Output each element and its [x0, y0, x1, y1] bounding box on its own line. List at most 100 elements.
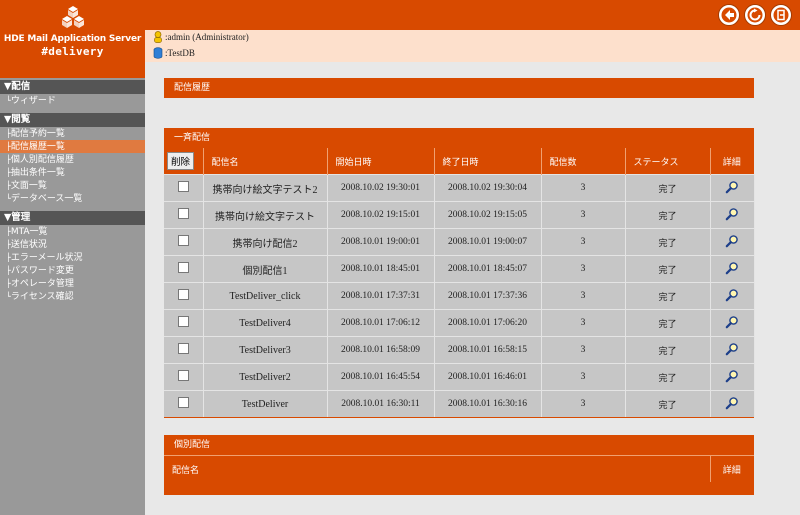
table-row: 携帯向け絵文字テスト 2008.10.02 19:15:01 2008.10.02 …: [164, 201, 755, 229]
user-bar: :admin (Administrator) :TestDB: [145, 30, 800, 63]
sidebar-section-admin[interactable]: ▼管理: [0, 211, 145, 225]
sidebar-item-license[interactable]: └ライセンス確認: [0, 290, 145, 303]
sidebar-item-schedule-list[interactable]: ├配信予約一覧: [0, 127, 145, 140]
delivery-name: 携帯向け絵文字テスト2: [203, 174, 328, 202]
sidebar: ▼配信 └ウィザード ▼閲覧 ├配信予約一覧 ├配信履歴一覧 ├個人別配信履歴 …: [0, 78, 145, 515]
column-header-count[interactable]: 配信数: [541, 148, 626, 175]
table-row: TestDeliver3 2008.10.01 16:58:09 2008.10.0…: [164, 336, 755, 364]
sidebar-item-error-mail-status[interactable]: ├エラーメール状況: [0, 251, 145, 264]
bulk-delivery-rows: 携帯向け絵文字テスト2 2008.10.02 19:30:01 2008.10.02…: [164, 174, 755, 417]
delivery-status: 完了: [625, 390, 711, 417]
product-subtitle: #delivery: [41, 45, 104, 58]
start-datetime: 2008.10.01 16:30:11: [327, 390, 435, 417]
delivery-name: TestDeliver: [203, 390, 328, 417]
delivery-count: 3: [541, 363, 626, 391]
delivery-count: 3: [541, 255, 626, 283]
delivery-count: 3: [541, 309, 626, 337]
sidebar-item-send-status[interactable]: ├送信状況: [0, 238, 145, 251]
magnifier-icon[interactable]: [725, 234, 739, 248]
delivery-name: TestDeliver_click: [203, 282, 328, 310]
magnifier-icon[interactable]: [725, 396, 739, 410]
sidebar-item-filter-list[interactable]: ├抽出条件一覧: [0, 166, 145, 179]
row-checkbox[interactable]: [177, 343, 189, 354]
column-header-end[interactable]: 終了日時: [434, 148, 542, 175]
magnifier-icon[interactable]: [725, 342, 739, 356]
delivery-name: TestDeliver2: [203, 363, 328, 391]
start-datetime: 2008.10.02 19:30:01: [327, 174, 435, 202]
magnifier-icon[interactable]: [725, 261, 739, 275]
magnifier-icon[interactable]: [725, 180, 739, 194]
start-datetime: 2008.10.01 19:00:01: [327, 228, 435, 256]
delivery-count: 3: [541, 390, 626, 417]
column-header-start[interactable]: 開始日時: [327, 148, 435, 175]
row-checkbox[interactable]: [177, 208, 189, 219]
table-header: 削除 配信名 開始日時 終了日時 配信数 ステータス 詳細: [164, 148, 754, 175]
magnifier-icon[interactable]: [725, 315, 739, 329]
sidebar-item-history-list[interactable]: ├配信履歴一覧: [0, 140, 145, 153]
sidebar-item-password-change[interactable]: ├パスワード変更: [0, 264, 145, 277]
end-datetime: 2008.10.01 16:58:15: [434, 336, 542, 364]
start-datetime: 2008.10.02 19:15:01: [327, 201, 435, 229]
cube-logo-icon: [62, 6, 84, 28]
start-datetime: 2008.10.01 18:45:01: [327, 255, 435, 283]
table-row: 携帯向け配信2 2008.10.01 19:00:01 2008.10.01 19:…: [164, 228, 755, 256]
individual-delivery-title: 個別配信: [164, 435, 754, 455]
sidebar-item-wizard[interactable]: └ウィザード: [0, 94, 145, 107]
db-info: :TestDB: [153, 46, 195, 60]
refresh-icon[interactable]: [744, 4, 766, 26]
end-datetime: 2008.10.02 19:15:05: [434, 201, 542, 229]
row-checkbox[interactable]: [177, 235, 189, 246]
bulk-delivery-table-panel: 削除 配信名 開始日時 終了日時 配信数 ステータス 詳細 携帯向け絵文字テスト…: [164, 148, 755, 418]
delivery-name: 個別配信1: [203, 255, 328, 283]
delete-button[interactable]: 削除: [167, 152, 195, 170]
row-checkbox[interactable]: [177, 289, 189, 300]
delivery-count: 3: [541, 282, 626, 310]
start-datetime: 2008.10.01 16:58:09: [327, 336, 435, 364]
delivery-status: 完了: [625, 228, 711, 256]
end-datetime: 2008.10.02 19:30:04: [434, 174, 542, 202]
row-checkbox[interactable]: [177, 262, 189, 273]
delivery-name: 携帯向け絵文字テスト: [203, 201, 328, 229]
delivery-count: 3: [541, 228, 626, 256]
delivery-count: 3: [541, 174, 626, 202]
table-row: TestDeliver_click 2008.10.01 17:37:31 2008…: [164, 282, 755, 310]
delivery-status: 完了: [625, 336, 711, 364]
start-datetime: 2008.10.01 16:45:54: [327, 363, 435, 391]
sidebar-item-database-list[interactable]: └データベース一覧: [0, 192, 145, 205]
column-header-name[interactable]: 配信名: [164, 455, 711, 482]
logout-icon[interactable]: [770, 4, 792, 26]
magnifier-icon[interactable]: [725, 207, 739, 221]
database-icon: [153, 47, 163, 59]
table-row: TestDeliver2 2008.10.01 16:45:54 2008.10.0…: [164, 363, 755, 391]
back-icon[interactable]: [718, 4, 740, 26]
user-info: :admin (Administrator): [153, 30, 249, 44]
top-toolbar: [718, 4, 792, 26]
sidebar-item-mta-list[interactable]: ├MTA一覧: [0, 225, 145, 238]
magnifier-icon[interactable]: [725, 288, 739, 302]
delivery-name: TestDeliver4: [203, 309, 328, 337]
delivery-count: 3: [541, 336, 626, 364]
app-logo: HDE Mail Application Server #delivery: [0, 0, 145, 78]
end-datetime: 2008.10.01 17:06:20: [434, 309, 542, 337]
column-header-name[interactable]: 配信名: [203, 148, 328, 175]
sidebar-item-template-list[interactable]: ├文面一覧: [0, 179, 145, 192]
end-datetime: 2008.10.01 18:45:07: [434, 255, 542, 283]
magnifier-icon[interactable]: [725, 369, 739, 383]
delivery-status: 完了: [625, 363, 711, 391]
sidebar-item-personal-history[interactable]: ├個人別配信履歴: [0, 153, 145, 166]
start-datetime: 2008.10.01 17:37:31: [327, 282, 435, 310]
row-checkbox[interactable]: [177, 370, 189, 381]
sidebar-section-browse[interactable]: ▼閲覧: [0, 113, 145, 127]
delivery-status: 完了: [625, 282, 711, 310]
sidebar-section-delivery[interactable]: ▼配信: [0, 80, 145, 94]
bulk-delivery-table: 削除 配信名 開始日時 終了日時 配信数 ステータス 詳細 携帯向け絵文字テスト…: [164, 148, 755, 417]
row-checkbox[interactable]: [177, 181, 189, 192]
table-row: TestDeliver 2008.10.01 16:30:11 2008.10.01…: [164, 390, 755, 417]
sidebar-item-operator-admin[interactable]: ├オペレータ管理: [0, 277, 145, 290]
row-checkbox[interactable]: [177, 316, 189, 327]
row-checkbox[interactable]: [177, 397, 189, 408]
column-header-status[interactable]: ステータス: [625, 148, 711, 175]
delivery-status: 完了: [625, 309, 711, 337]
table-row: 個別配信1 2008.10.01 18:45:01 2008.10.01 18:45…: [164, 255, 755, 283]
table-row: 携帯向け絵文字テスト2 2008.10.02 19:30:01 2008.10.02…: [164, 174, 755, 202]
